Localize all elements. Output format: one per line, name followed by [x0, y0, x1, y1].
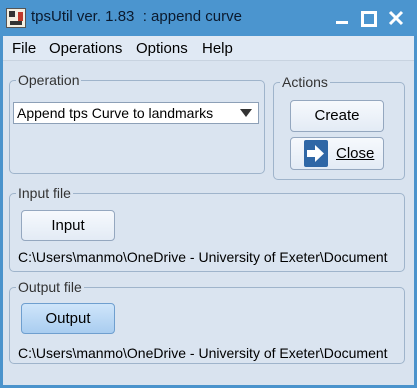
menu-file[interactable]: File	[12, 40, 36, 57]
menu-options[interactable]: Options	[136, 40, 188, 57]
app-icon[interactable]	[6, 8, 26, 28]
maximize-button[interactable]	[357, 7, 379, 29]
app-icon-part	[10, 21, 22, 25]
menu-operations[interactable]: Operations	[49, 40, 122, 57]
app-icon-part	[9, 11, 15, 17]
close-button[interactable]: Close	[290, 137, 384, 170]
input-button[interactable]: Input	[21, 210, 115, 241]
operation-legend: Operation	[18, 72, 80, 88]
maximize-icon	[361, 11, 377, 27]
close-window-button[interactable]	[385, 7, 407, 29]
window-title: tpsUtil ver. 1.83 : append curve	[31, 8, 242, 25]
title-bar[interactable]: tpsUtil ver. 1.83 : append curve	[0, 0, 417, 36]
output-file-legend: Output file	[18, 279, 82, 295]
input-file-path: C:\Users\manmo\OneDrive - University of …	[18, 249, 388, 265]
app-icon-part	[18, 12, 23, 21]
create-button[interactable]: Create	[290, 100, 384, 132]
actions-legend: Actions	[282, 74, 328, 90]
exit-arrow-icon	[304, 140, 328, 167]
client-area: File Operations Options Help Operation A…	[3, 36, 414, 385]
menu-bar: File Operations Options Help	[3, 36, 414, 61]
app-window: tpsUtil ver. 1.83 : append curve File Op…	[0, 0, 417, 388]
close-icon	[388, 10, 404, 26]
minimize-icon	[336, 21, 348, 24]
minimize-button[interactable]	[331, 7, 353, 29]
input-file-legend: Input file	[18, 185, 71, 201]
operation-selected-value: Append tps Curve to landmarks	[17, 105, 214, 121]
operation-select[interactable]: Append tps Curve to landmarks	[13, 102, 259, 124]
output-file-path: C:\Users\manmo\OneDrive - University of …	[18, 345, 388, 361]
menu-help[interactable]: Help	[202, 40, 233, 57]
output-button[interactable]: Output	[21, 303, 115, 334]
close-button-label: Close	[336, 145, 375, 162]
chevron-down-icon	[240, 109, 252, 117]
